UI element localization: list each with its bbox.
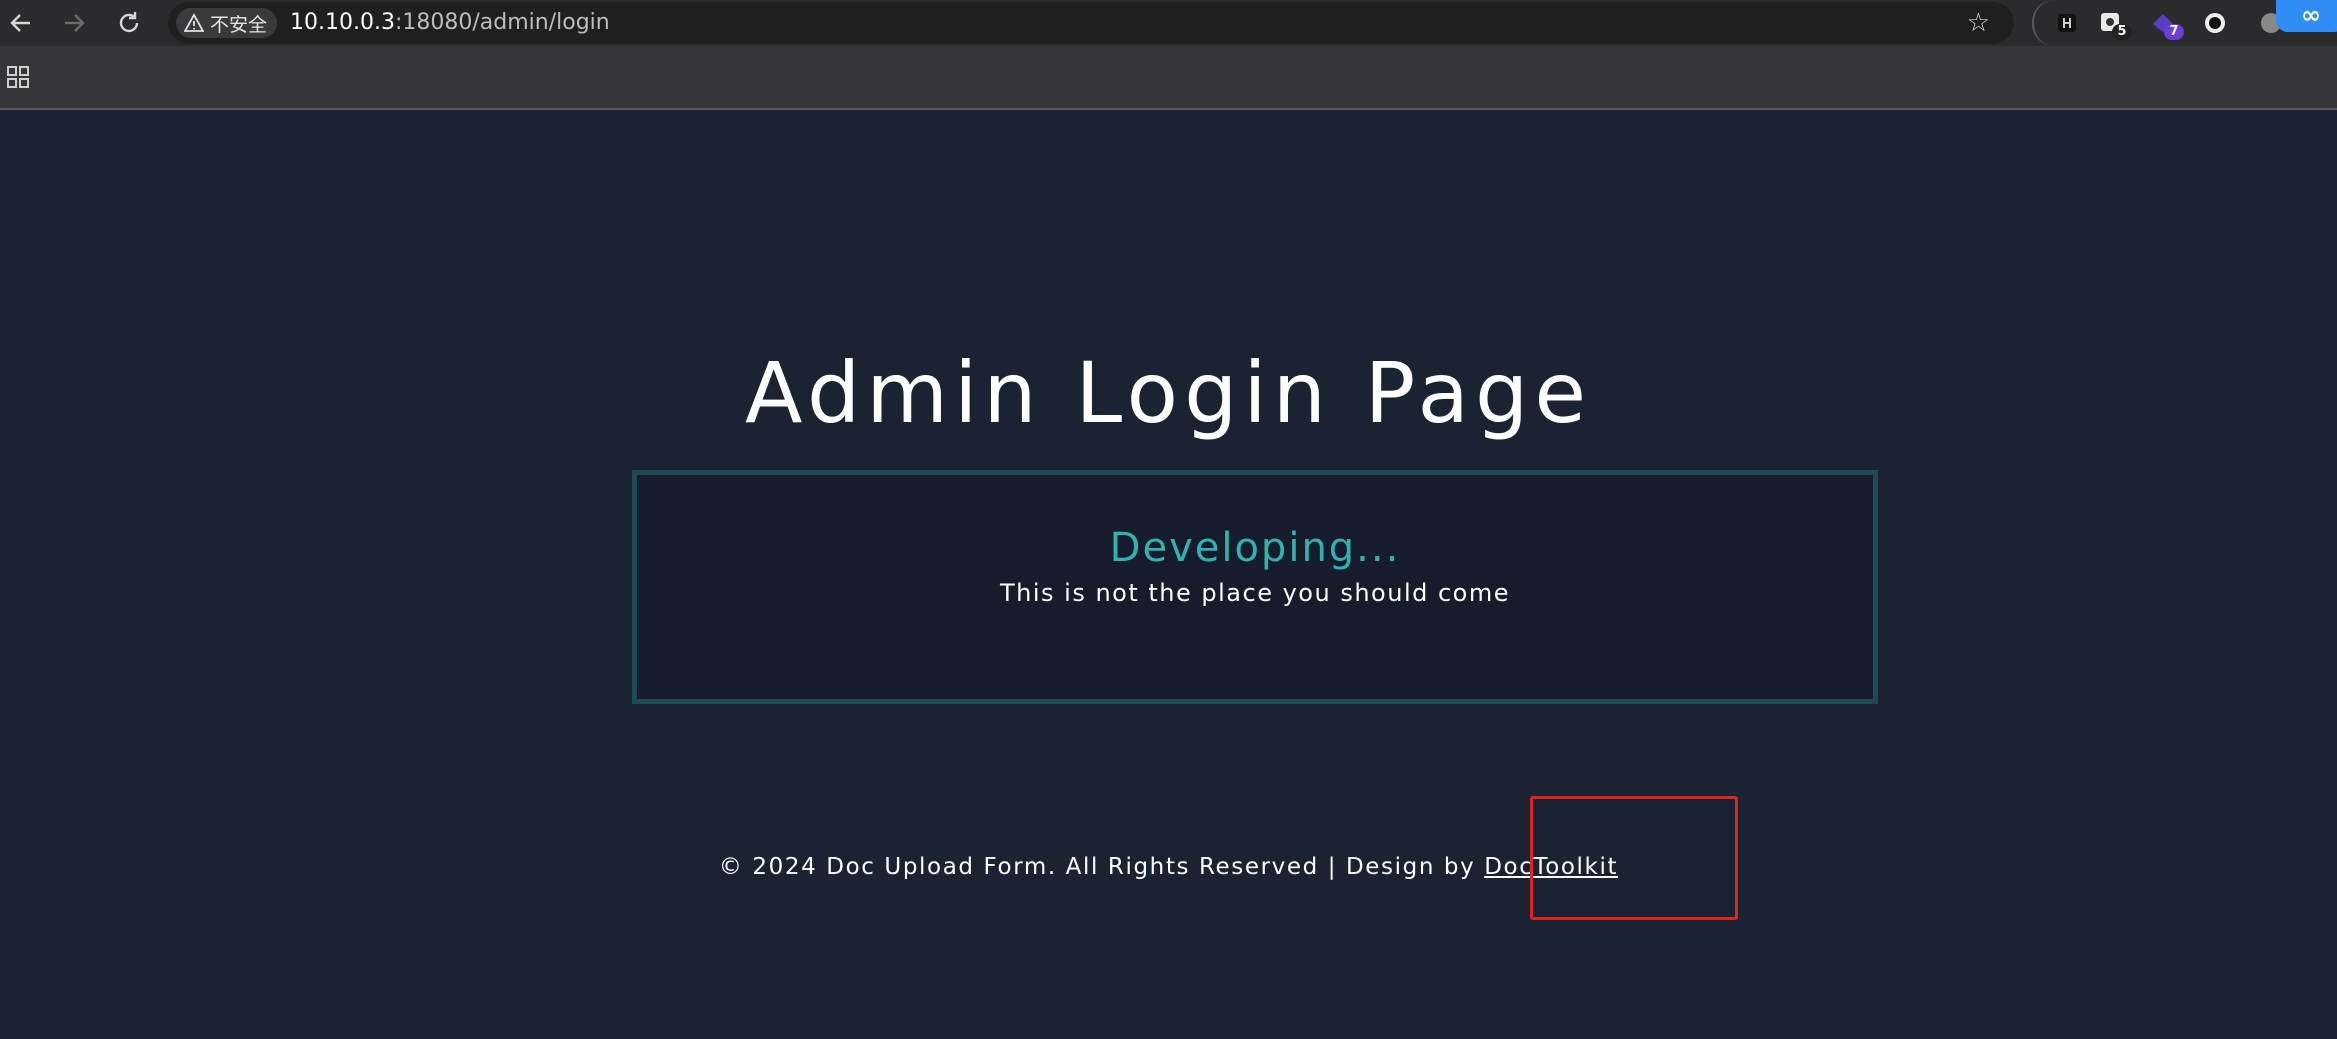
extension-badge: 7 bbox=[2164, 24, 2184, 40]
security-label: 不安全 bbox=[210, 13, 268, 36]
infinity-extension-icon[interactable]: ∞ bbox=[2276, 0, 2337, 32]
bookmarks-bar bbox=[0, 46, 2337, 110]
purple-extension-icon[interactable]: 7 bbox=[2150, 10, 2184, 40]
url-host: 10.10.0.3 bbox=[290, 10, 395, 35]
card-heading: Developing... bbox=[1109, 525, 1401, 571]
back-icon[interactable] bbox=[4, 6, 38, 40]
url-path: :18080/admin/login bbox=[394, 10, 610, 35]
page-body: Admin Login Page Developing... This is n… bbox=[0, 110, 2337, 1039]
address-bar[interactable]: 不安全 10.10.0.3:18080/admin/login ☆ bbox=[168, 2, 2014, 44]
browser-toolbar: 不安全 10.10.0.3:18080/admin/login ☆ 5 7 ∞ bbox=[0, 0, 2337, 46]
apps-grid-icon[interactable] bbox=[6, 65, 30, 89]
url-text[interactable]: 10.10.0.3:18080/admin/login bbox=[290, 2, 610, 44]
warning-icon bbox=[184, 13, 204, 32]
page-title: Admin Login Page bbox=[744, 344, 1593, 443]
footer-text: © 2024 Doc Upload Form. All Rights Reser… bbox=[718, 854, 1485, 880]
highlight-box bbox=[1530, 796, 1738, 920]
extension-badge: 5 bbox=[2112, 24, 2132, 40]
h-extension-icon[interactable] bbox=[2054, 10, 2080, 36]
forward-icon[interactable] bbox=[57, 6, 91, 40]
image-extension-icon[interactable]: 5 bbox=[2098, 10, 2132, 40]
card-message: This is not the place you should come bbox=[999, 579, 1510, 607]
bookmark-star-icon[interactable]: ☆ bbox=[1967, 2, 1990, 44]
status-card: Developing... This is not the place you … bbox=[632, 470, 1878, 704]
footer: © 2024 Doc Upload Form. All Rights Reser… bbox=[0, 854, 2337, 880]
circle-extension-icon[interactable] bbox=[2202, 10, 2228, 36]
reload-icon[interactable] bbox=[112, 6, 146, 40]
security-chip[interactable]: 不安全 bbox=[176, 8, 278, 38]
